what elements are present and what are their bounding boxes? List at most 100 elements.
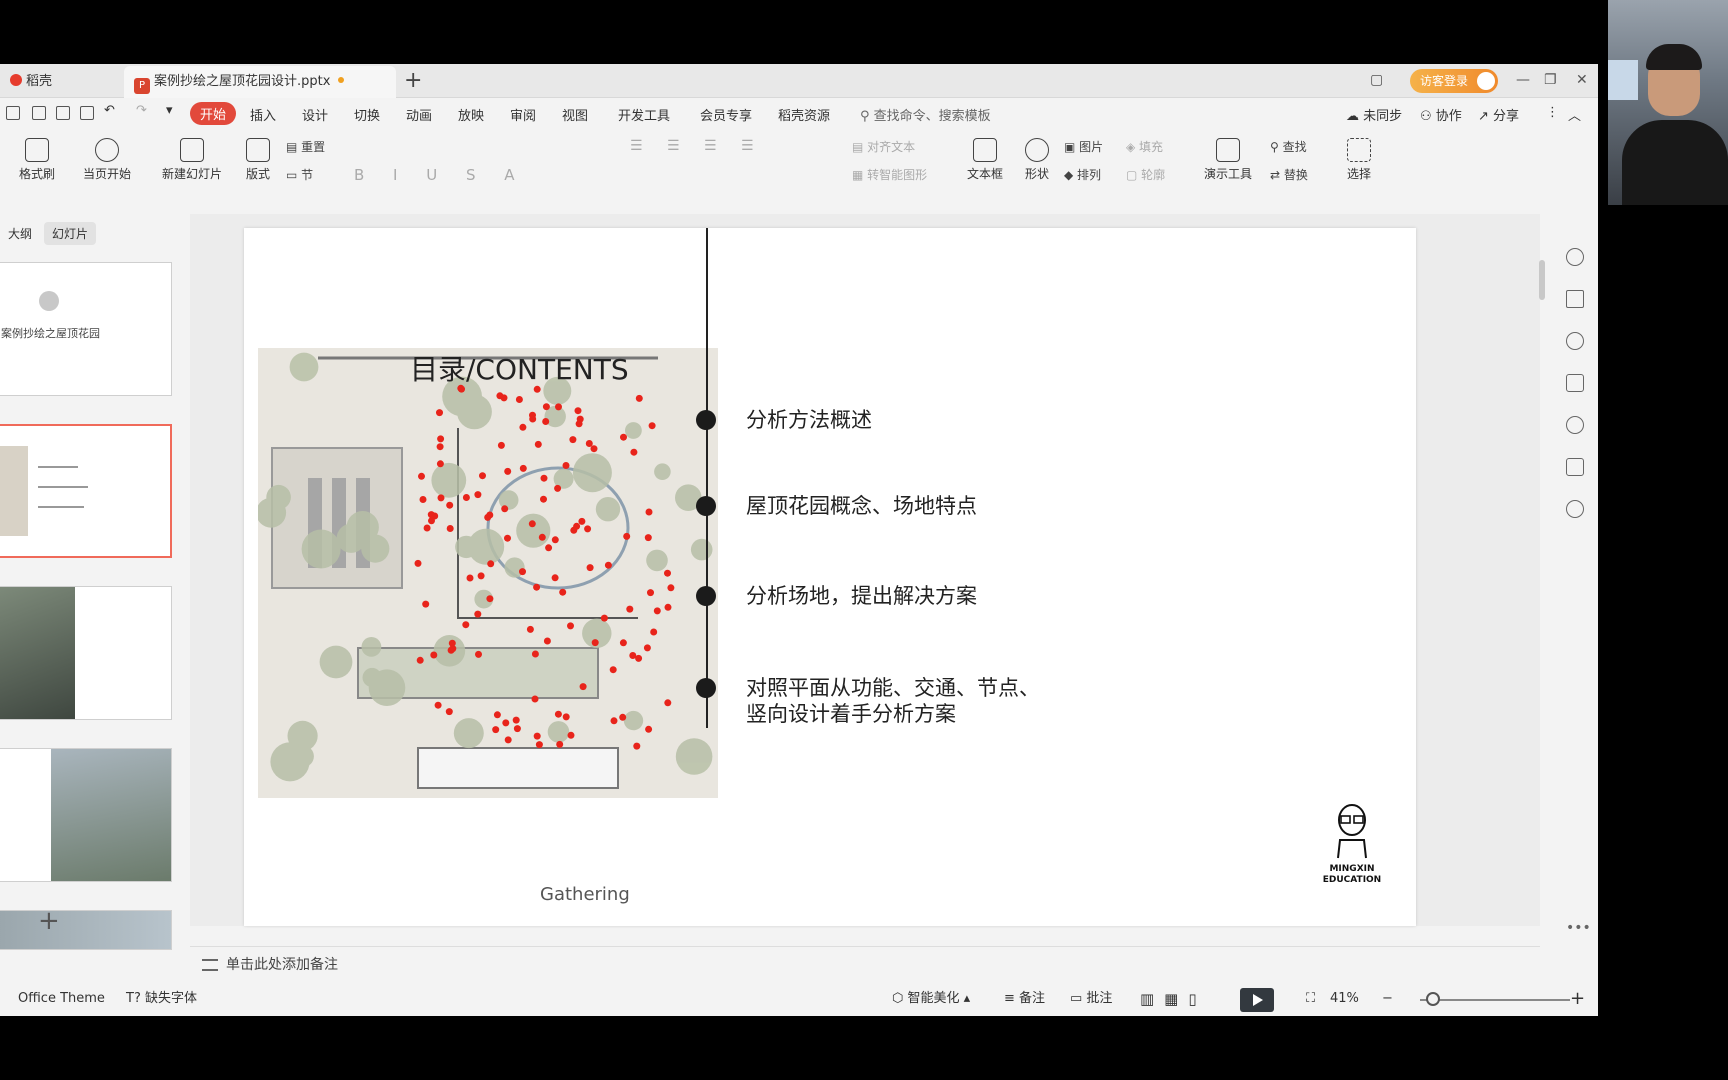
close-icon[interactable]: ✕ [1576,72,1588,88]
undo-icon[interactable]: ↶ [104,103,115,118]
tree-canopy [690,538,713,561]
red-marker [487,560,495,568]
menu-design[interactable]: 设计 [302,105,328,124]
add-slide-button[interactable]: + [38,906,60,936]
new-slide-button[interactable]: 新建幻灯片 [154,138,230,182]
view-mode-buttons[interactable]: ▥▦▯ [1140,982,1207,1016]
slideshow-play-button[interactable] [1240,988,1274,1012]
timeline-bullet [696,586,716,606]
share-button[interactable]: ↗ 分享 [1478,105,1519,124]
thumb-circle [39,291,59,311]
zoom-level[interactable]: 41% [1330,982,1359,1016]
from-current-button[interactable]: 当页开始 [74,138,140,182]
red-marker [416,656,424,664]
align-text-button[interactable]: ▤ 对齐文本 [852,138,915,155]
tree-canopy [623,710,644,731]
tab-document[interactable]: P 案例抄绘之屋顶花园设计.pptx [124,66,396,98]
to-smartart-label: 转智能图形 [867,168,928,182]
tab-home[interactable]: 稻壳 [0,66,120,98]
tab-outline[interactable]: 大纲 [0,222,40,245]
menu-devtools[interactable]: 开发工具 [618,105,670,124]
new-tab-button[interactable]: + [404,68,422,93]
missing-font-button[interactable]: T? 缺失字体 [126,982,197,1016]
slide-canvas[interactable]: 目录/CONTENTS 分析方法概述 屋顶花园概念、场地特点 分析场地，提出解决… [244,228,1416,926]
section-button[interactable]: ▭ 节 [286,166,313,183]
tab-slides[interactable]: 幻灯片 [44,222,97,245]
command-search[interactable]: ⚲ 查找命令、搜索模板 [860,105,991,124]
collapse-ribbon-icon[interactable]: ︿ [1568,105,1581,124]
copy-icon[interactable] [1566,374,1584,392]
select-button[interactable]: 选择 [1340,138,1378,182]
paragraph-buttons[interactable]: ☰ ☰ ☰ ☰ [630,138,764,154]
red-marker [543,637,551,645]
pin-icon[interactable] [1566,332,1584,350]
find-button[interactable]: ⚲ 查找 [1270,138,1307,155]
picture-button[interactable]: ▣ 图片 [1064,138,1103,155]
layout-button[interactable]: 版式 [238,138,278,182]
notes-pane[interactable]: 单击此处添加备注 [190,946,1540,982]
red-marker [645,725,653,733]
beautify-button[interactable]: ⬡ 智能美化 ▴ [892,982,970,1016]
more-dots-icon[interactable]: ••• [1566,920,1591,936]
location-icon[interactable] [1566,500,1584,518]
red-marker [513,725,521,733]
textbox-button[interactable]: 文本框 [962,138,1008,182]
chevron-down-icon[interactable]: ▾ [166,103,173,118]
zoom-in-button[interactable]: + [1570,982,1585,1016]
window-layout-icon[interactable]: ▢ [1370,72,1383,88]
scrollbar-thumb[interactable] [1539,260,1545,300]
zoom-out-button[interactable]: − [1382,982,1393,1016]
login-button[interactable]: 访客登录 [1410,69,1498,93]
sync-button[interactable]: ☁ 未同步 [1346,105,1402,124]
save-icon[interactable] [6,106,20,120]
shape-button[interactable]: 形状 [1018,138,1056,182]
restore-icon[interactable]: ❐ [1544,72,1557,88]
adjust-icon[interactable] [1566,290,1584,308]
to-smartart-button[interactable]: ▦ 转智能图形 [852,166,927,183]
fit-icon[interactable]: ⛶ [1306,982,1315,1016]
notes-toggle-button[interactable]: ≡ 备注 [1004,982,1045,1016]
red-marker [569,436,577,444]
collab-button[interactable]: ⚇ 协作 [1420,105,1462,124]
font-style-buttons[interactable]: B I U S A [354,166,527,184]
red-marker [619,639,627,647]
arrange-button[interactable]: ◆ 排列 [1064,166,1101,183]
slide-thumbnail-3[interactable] [0,586,172,720]
format-painter-label: 格式刷 [18,167,55,181]
zoom-slider-knob[interactable] [1426,992,1440,1006]
preview-icon[interactable] [80,106,94,120]
menu-resources[interactable]: 稻壳资源 [778,105,830,124]
more-icon[interactable]: ⋮ [1546,105,1559,120]
thumb-line [38,486,88,488]
menu-review[interactable]: 审阅 [510,105,536,124]
vertical-scrollbar[interactable] [1536,214,1548,926]
menu-member[interactable]: 会员专享 [700,105,752,124]
menu-view[interactable]: 视图 [562,105,588,124]
outline-button[interactable]: ▢ 轮廓 [1126,166,1165,183]
status-bar: Office Theme T? 缺失字体 ⬡ 智能美化 ▴ ≡ 备注 ▭ 批注 … [0,982,1598,1016]
print-icon[interactable] [56,106,70,120]
zoom-slider[interactable] [1420,999,1570,1001]
menu-transition[interactable]: 切换 [354,105,380,124]
minimize-icon[interactable]: — [1516,72,1530,88]
menu-slideshow[interactable]: 放映 [458,105,484,124]
replace-button[interactable]: ⇄ 替换 [1270,166,1308,183]
slide-thumbnail-5[interactable] [0,910,172,950]
slide-thumbnail-1[interactable]: 案例抄绘之屋顶花园 [0,262,172,396]
slide-thumbnail-4[interactable] [0,748,172,882]
comments-button[interactable]: ▭ 批注 [1070,982,1112,1016]
fill-button[interactable]: ◈ 填充 [1126,138,1163,155]
format-painter-button[interactable]: 格式刷 [14,138,60,182]
rocket-icon[interactable] [1566,248,1584,266]
red-marker [446,501,454,509]
export-icon[interactable] [32,106,46,120]
slide-thumbnail-2[interactable] [0,424,172,558]
help-icon[interactable] [1566,416,1584,434]
redo-icon[interactable]: ↷ [136,103,147,118]
image-tools-icon[interactable] [1566,458,1584,476]
menu-animation[interactable]: 动画 [406,105,432,124]
reset-button[interactable]: ▤ 重置 [286,138,325,155]
present-tools-button[interactable]: 演示工具 [1196,138,1260,182]
menu-insert[interactable]: 插入 [250,105,276,124]
menu-start[interactable]: 开始 [190,102,237,125]
